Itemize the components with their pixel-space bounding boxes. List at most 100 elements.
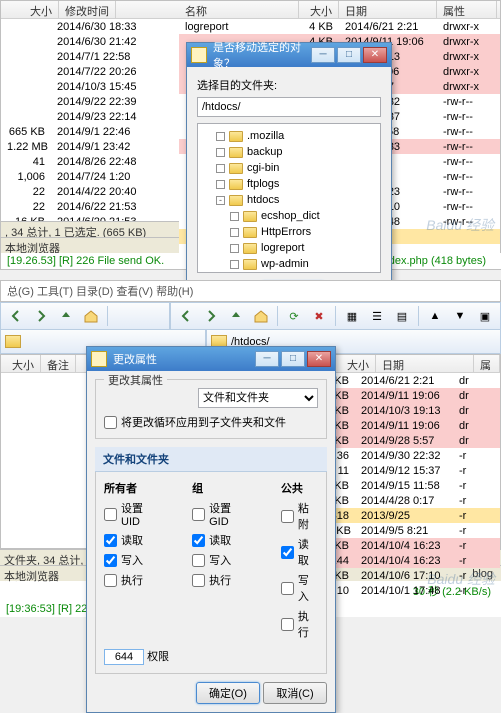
file-row[interactable]: 4 KB2014/10/6 17:10-r	[315, 568, 500, 583]
forward-icon[interactable]	[30, 305, 52, 327]
cancel-button[interactable]: 取消(C)	[263, 682, 327, 704]
folder-icon	[243, 243, 257, 254]
forward-icon[interactable]	[200, 305, 222, 327]
file-row[interactable]: 2014/10/3 15:45	[1, 79, 179, 94]
file-row[interactable]: 4 KB2014/6/21 2:21dr	[315, 373, 500, 388]
file-row[interactable]: 4 KB2014/9/11 19:06dr	[315, 418, 500, 433]
tree-item[interactable]: logreport	[202, 240, 376, 256]
tree-item[interactable]: HttpErrors	[202, 224, 376, 240]
tool-icon[interactable]: ▼	[449, 305, 471, 327]
owner-exec[interactable]: 执行	[104, 572, 162, 588]
move-dialog: 是否移动选定的对象？ ─ □ ✕ 选择目的文件夹: .mozillabackup…	[186, 42, 392, 314]
col-group: 组	[192, 480, 251, 496]
folder-tree[interactable]: .mozillabackupcgi-binftplogs-htdocsecsho…	[197, 123, 381, 273]
tree-item[interactable]: .mozilla	[202, 128, 376, 144]
menu-bar[interactable]: 总(G) 工具(T) 目录(D) 查看(V) 帮助(H)	[0, 280, 501, 302]
folder-icon	[243, 227, 257, 238]
back-icon[interactable]	[5, 305, 27, 327]
folder-icon	[229, 163, 243, 174]
left-toolbar	[0, 302, 170, 330]
file-row[interactable]: 2014/9/22 22:39	[1, 94, 179, 109]
tool-icon[interactable]: ▤	[391, 305, 413, 327]
maximize-button[interactable]: □	[281, 351, 305, 367]
file-row[interactable]: 2014/7/22 20:26	[1, 64, 179, 79]
up-icon[interactable]	[55, 305, 77, 327]
tree-item[interactable]: wp-admin	[202, 256, 376, 272]
file-row[interactable]: 4182013/9/25-r	[315, 508, 500, 523]
titlebar[interactable]: 是否移动选定的对象？ ─ □ ✕	[187, 43, 391, 67]
close-button[interactable]: ✕	[363, 47, 387, 63]
tree-item[interactable]: backup	[202, 144, 376, 160]
section-strip: 文件和文件夹	[95, 447, 327, 472]
file-row[interactable]: 2014/9/23 22:14	[1, 109, 179, 124]
back-icon[interactable]	[175, 305, 197, 327]
app-icon	[91, 351, 107, 367]
group-label: 更改其属性	[104, 372, 167, 388]
file-row[interactable]: 2362014/9/30 22:32-r	[315, 448, 500, 463]
tree-item[interactable]: ftplogs	[202, 176, 376, 192]
home-icon[interactable]	[250, 305, 272, 327]
folder-icon	[229, 131, 243, 142]
uid-checkbox[interactable]: 设置 UID	[104, 500, 162, 528]
folder-icon	[5, 335, 21, 348]
minimize-button[interactable]: ─	[255, 351, 279, 367]
folder-icon	[243, 259, 257, 270]
sticky-checkbox[interactable]: 粘附	[281, 500, 318, 532]
path-input[interactable]	[197, 97, 381, 117]
file-row[interactable]: 1,0062014/7/24 1:20	[1, 169, 179, 184]
file-row[interactable]: 222014/6/22 21:53	[1, 199, 179, 214]
file-row[interactable]: 412014/8/26 22:48	[1, 154, 179, 169]
file-row[interactable]: 4 KB2014/10/3 19:13dr	[315, 403, 500, 418]
tool-icon[interactable]: ▦	[341, 305, 363, 327]
tool-icon[interactable]: ☰	[366, 305, 388, 327]
file-row[interactable]: 2014/7/1 22:58	[1, 49, 179, 64]
file-row[interactable]: 2014/6/30 21:42	[1, 34, 179, 49]
tree-item[interactable]: cgi-bin	[202, 160, 376, 176]
file-row[interactable]: 2014/6/30 18:33	[1, 19, 179, 34]
file-row[interactable]: 6 KB2014/4/28 0:17-r	[315, 493, 500, 508]
col-owner: 所有者	[104, 480, 162, 496]
stop-icon[interactable]: ✖	[308, 305, 330, 327]
right-header: 名称 大小 日期 属性	[179, 1, 500, 19]
home-icon[interactable]	[80, 305, 102, 327]
folder-icon	[229, 179, 243, 190]
file-row[interactable]: 19 KB2014/9/5 8:21-r	[315, 523, 500, 538]
tool-icon[interactable]: ▣	[474, 305, 496, 327]
owner-write[interactable]: 写入	[104, 552, 162, 568]
file-row[interactable]: 665 KB2014/9/1 22:46	[1, 124, 179, 139]
public-read[interactable]: 读取	[281, 536, 318, 568]
refresh-icon[interactable]: ⟳	[283, 305, 305, 327]
ok-button[interactable]: 确定(O)	[196, 682, 260, 704]
titlebar[interactable]: 更改属性 ─ □ ✕	[87, 347, 335, 371]
col-public: 公共	[281, 480, 318, 496]
public-write[interactable]: 写入	[281, 572, 318, 604]
group-exec[interactable]: 执行	[192, 572, 251, 588]
tree-item[interactable]: ecshop_dict	[202, 208, 376, 224]
file-row[interactable]: 4 KB2014/9/11 19:06dr	[315, 388, 500, 403]
file-row[interactable]: 4 KB2014/9/28 5:57dr	[315, 433, 500, 448]
folder-icon	[229, 147, 243, 158]
maximize-button[interactable]: □	[337, 47, 361, 63]
file-row[interactable]: 4 KB2014/10/4 16:23-r	[315, 538, 500, 553]
file-row[interactable]: 1.22 MB2014/9/1 23:42	[1, 139, 179, 154]
file-row[interactable]: 2442014/10/4 16:23-r	[315, 553, 500, 568]
permission-value[interactable]: 644	[104, 649, 144, 665]
file-row[interactable]: 102014/10/1 17:48-r	[315, 583, 500, 598]
scope-select[interactable]: 文件和文件夹	[198, 388, 318, 408]
owner-read[interactable]: 读取	[104, 532, 162, 548]
file-row[interactable]: logreport4 KB2014/6/21 2:21drwxr-x	[179, 19, 500, 34]
file-row[interactable]: 222014/4/22 20:40	[1, 184, 179, 199]
recurse-checkbox[interactable]: 将更改循环应用到子文件夹和文件	[104, 414, 318, 430]
tree-item[interactable]: -htdocs	[202, 192, 376, 208]
file-row[interactable]: 112014/9/12 15:37-r	[315, 463, 500, 478]
file-row[interactable]: 4 KB2014/9/15 11:58-r	[315, 478, 500, 493]
public-exec[interactable]: 执行	[281, 608, 318, 640]
tool-icon[interactable]: ▲	[424, 305, 446, 327]
tree-item[interactable]: wp-content	[202, 272, 376, 273]
gid-checkbox[interactable]: 设置 GID	[192, 500, 251, 528]
group-write[interactable]: 写入	[192, 552, 251, 568]
group-read[interactable]: 读取	[192, 532, 251, 548]
close-button[interactable]: ✕	[307, 351, 331, 367]
up-icon[interactable]	[225, 305, 247, 327]
minimize-button[interactable]: ─	[311, 47, 335, 63]
